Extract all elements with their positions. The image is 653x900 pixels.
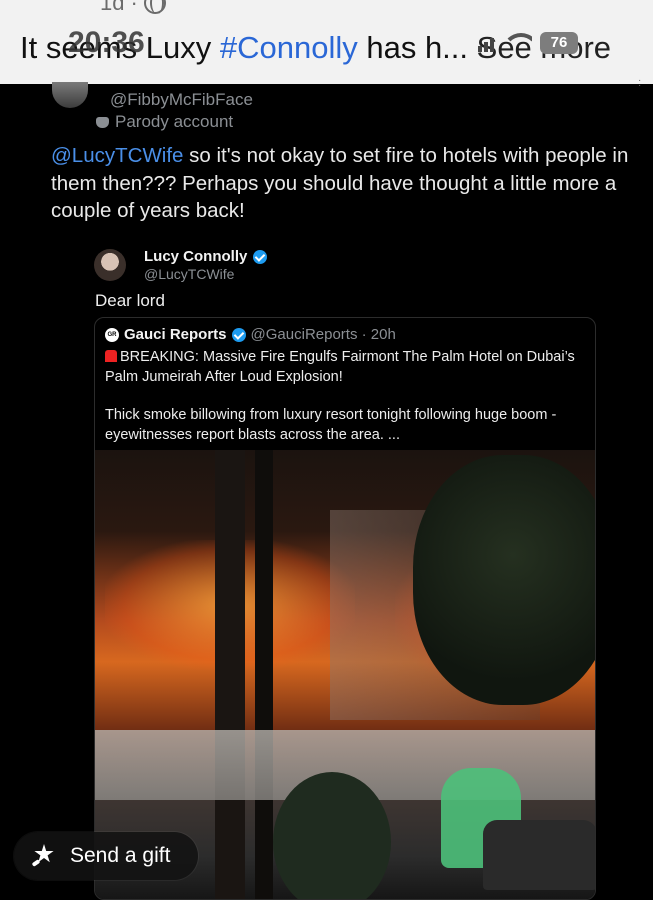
post-meta: 1d · bbox=[100, 0, 166, 16]
send-gift-label: Send a gift bbox=[70, 844, 171, 867]
verified-icon bbox=[253, 249, 268, 264]
foreground-bush bbox=[273, 772, 391, 899]
parody-text: Parody account bbox=[115, 112, 234, 131]
send-gift-button[interactable]: Send a gift bbox=[14, 832, 198, 880]
quoted-name-text: Lucy Connolly bbox=[144, 248, 248, 265]
mask-icon bbox=[96, 116, 109, 128]
quoted-avatar[interactable] bbox=[94, 249, 126, 281]
quoted-post[interactable]: Lucy Connolly @LucyTCWife Dear lord GR G… bbox=[94, 246, 599, 900]
nested-post-body: BREAKING: Massive Fire Engulfs Fairmont … bbox=[105, 348, 587, 445]
status-clock: 20:36 bbox=[68, 26, 145, 59]
avatar[interactable]: GR bbox=[105, 327, 119, 342]
siren-icon bbox=[105, 350, 117, 362]
nested-quote-card[interactable]: GR Gauci Reports @GauciReports · 20h BRE… bbox=[94, 317, 596, 900]
tree-trunk bbox=[215, 450, 245, 899]
globe-icon bbox=[143, 0, 166, 14]
quoted-handle[interactable]: @LucyTCWife bbox=[144, 266, 234, 282]
nested-body-text: Thick smoke billowing from luxury resort… bbox=[105, 407, 557, 443]
time-ago: 1d bbox=[100, 0, 125, 15]
notification-header[interactable]: 1d · It seems Luxy #Connolly has h... Se… bbox=[0, 0, 653, 84]
gift-icon bbox=[32, 844, 58, 868]
tree-trunk bbox=[255, 450, 273, 899]
signal-icon bbox=[478, 34, 494, 52]
mention-link[interactable]: @LucyTCWife bbox=[51, 144, 183, 167]
status-icons: 76 bbox=[478, 32, 578, 54]
parody-label: Parody account bbox=[96, 112, 233, 132]
verified-icon bbox=[231, 327, 246, 342]
more-options-icon[interactable]: · · bbox=[638, 76, 642, 91]
nested-handle-time: @GauciReports · 20h bbox=[250, 326, 396, 343]
tree-foliage bbox=[413, 455, 595, 705]
headline-end: has h... bbox=[357, 30, 477, 65]
nested-headline: BREAKING: Massive Fire Engulfs Fairmont … bbox=[105, 348, 587, 387]
nested-headline-text: BREAKING: Massive Fire Engulfs Fairmont … bbox=[105, 349, 575, 385]
quoted-author-name[interactable]: Lucy Connolly bbox=[144, 248, 268, 265]
parked-car bbox=[483, 820, 595, 890]
author-handle[interactable]: @FibbyMcFibFace bbox=[110, 90, 253, 110]
separator-dot: · bbox=[130, 0, 138, 15]
reply-text: @LucyTCWife so it's not okay to set fire… bbox=[51, 142, 651, 225]
avatar[interactable] bbox=[52, 82, 88, 108]
nested-author-name[interactable]: Gauci Reports bbox=[124, 326, 227, 343]
wifi-icon bbox=[502, 33, 532, 53]
quoted-text: Dear lord bbox=[95, 291, 165, 310]
battery-icon: 76 bbox=[540, 32, 578, 54]
hashtag-link[interactable]: #Connolly bbox=[220, 30, 358, 65]
nested-quote-header: GR Gauci Reports @GauciReports · 20h bbox=[105, 326, 396, 343]
